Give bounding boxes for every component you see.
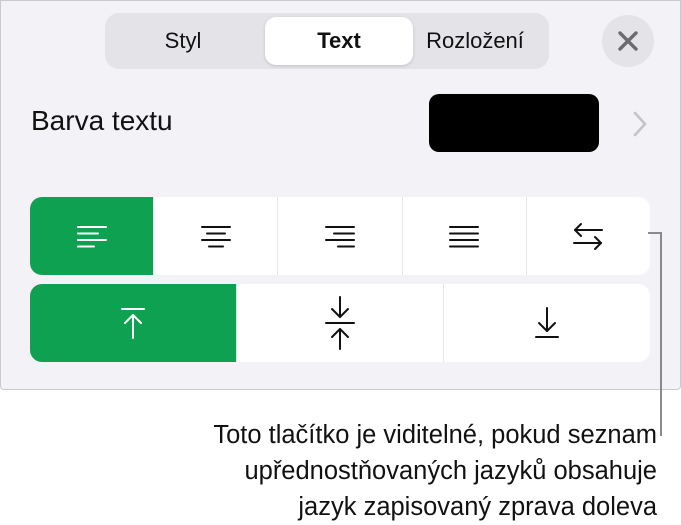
callout-line	[660, 232, 662, 436]
vertical-alignment-group	[30, 284, 650, 362]
align-top-button[interactable]	[30, 284, 236, 362]
align-bottom-icon	[535, 307, 559, 338]
align-center-icon	[200, 226, 231, 248]
callout-line-2: upřednostňovaných jazyků obsahuje	[244, 457, 657, 485]
align-left-button[interactable]	[30, 197, 154, 275]
align-top-icon	[121, 308, 145, 339]
chevron-right-icon[interactable]	[629, 109, 651, 139]
align-left-icon	[76, 226, 107, 248]
close-icon	[618, 31, 638, 51]
tab-text[interactable]: Text	[265, 17, 413, 65]
justify-button[interactable]	[401, 197, 526, 275]
align-center-button[interactable]	[153, 197, 277, 275]
text-direction-button[interactable]	[525, 197, 650, 275]
text-color-swatch[interactable]	[429, 94, 599, 152]
callout-line-1: Toto tlačítko je viditelné, pokud seznam	[213, 421, 657, 449]
tab-rozlozeni[interactable]: Rozložení	[401, 17, 549, 65]
align-middle-icon	[325, 296, 355, 350]
format-tabs: Styl Text Rozložení	[105, 13, 549, 69]
text-color-label: Barva textu	[31, 105, 173, 136]
callout-line-3: jazyk zapisovaný zprava doleva	[298, 493, 657, 521]
align-middle-button[interactable]	[236, 284, 443, 362]
callout-text: Toto tlačítko je viditelné, pokud seznam…	[17, 417, 657, 525]
horizontal-alignment-group	[30, 197, 650, 275]
close-button[interactable]	[602, 15, 654, 67]
justify-icon	[449, 226, 480, 248]
tab-styl[interactable]: Styl	[109, 17, 257, 65]
align-bottom-button[interactable]	[443, 284, 650, 362]
text-direction-icon	[573, 223, 604, 250]
format-panel: Styl Text Rozložení Barva textu	[0, 0, 681, 390]
align-right-icon	[325, 226, 355, 248]
align-right-button[interactable]	[277, 197, 401, 275]
